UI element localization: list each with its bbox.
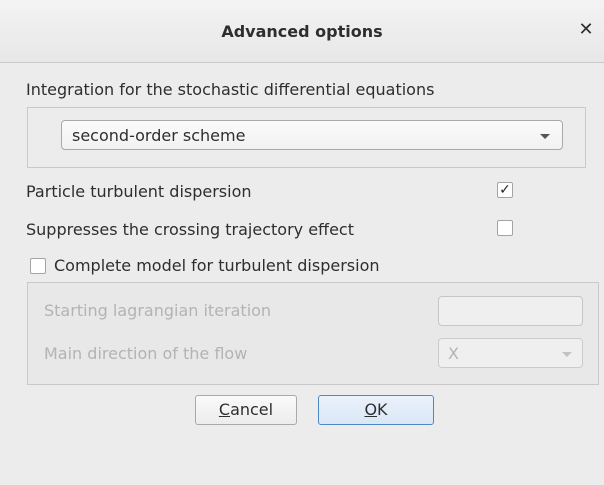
complete-model-label: Complete model for turbulent dispersion: [54, 256, 380, 275]
dialog-titlebar: Advanced options ✕: [0, 0, 604, 63]
close-icon[interactable]: ✕: [576, 20, 596, 40]
crossing-trajectory-label: Suppresses the crossing trajectory effec…: [26, 220, 354, 239]
starting-iteration-label: Starting lagrangian iteration: [44, 301, 272, 320]
starting-iteration-input[interactable]: [438, 296, 583, 326]
complete-model-checkbox[interactable]: [30, 258, 46, 274]
integration-scheme-select[interactable]: second-order scheme: [61, 120, 563, 150]
main-direction-select[interactable]: X: [438, 338, 583, 368]
checkmark-icon: ✓: [499, 182, 511, 198]
chevron-down-icon: [540, 134, 550, 139]
dialog-title: Advanced options: [221, 22, 383, 41]
particle-dispersion-checkbox[interactable]: ✓: [497, 182, 513, 198]
ok-button[interactable]: OK: [318, 395, 434, 425]
ok-mnemonic: O: [364, 400, 378, 419]
chevron-down-icon: [562, 352, 572, 357]
ok-label-rest: K: [377, 400, 388, 419]
cancel-button[interactable]: Cancel: [195, 395, 297, 425]
main-direction-label: Main direction of the flow: [44, 344, 248, 363]
cancel-mnemonic: C: [218, 400, 231, 419]
main-direction-value: X: [448, 344, 459, 363]
particle-dispersion-label: Particle turbulent dispersion: [26, 182, 252, 201]
crossing-trajectory-checkbox[interactable]: [497, 220, 513, 236]
integration-label: Integration for the stochastic different…: [26, 80, 435, 99]
integration-scheme-value: second-order scheme: [72, 126, 246, 145]
cancel-label-rest: ancel: [230, 400, 274, 419]
